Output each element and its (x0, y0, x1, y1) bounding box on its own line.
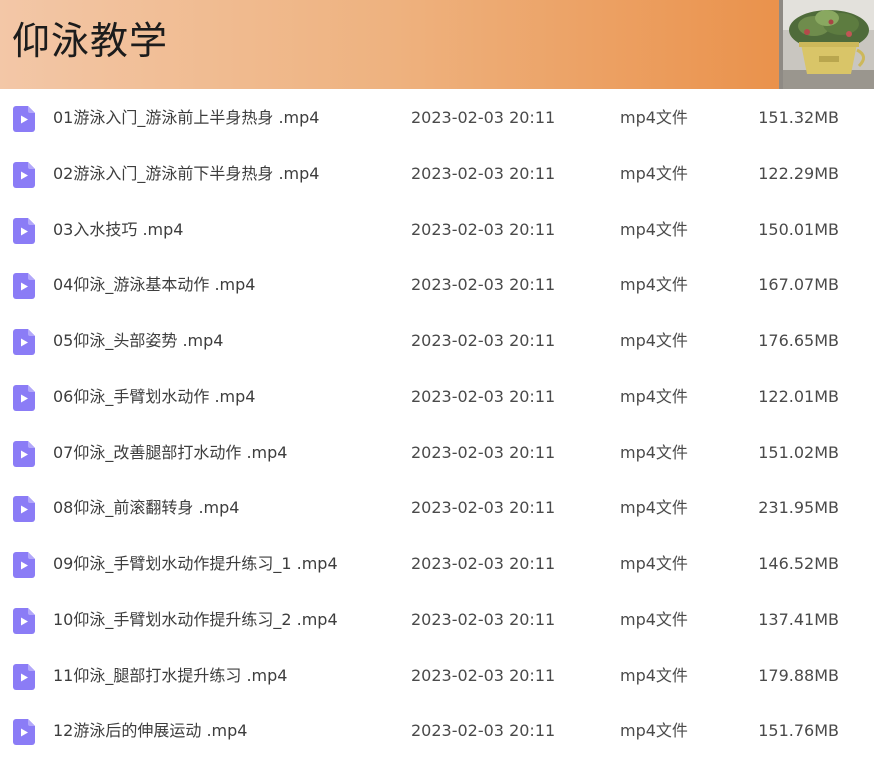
file-modified-date: 2023-02-03 20:11 (411, 554, 556, 573)
file-name[interactable]: 06仰泳_手臂划水动作 .mp4 (53, 368, 255, 424)
file-name[interactable]: 12游泳后的伸展运动 .mp4 (53, 702, 247, 758)
plant-thumbnail-image (779, 0, 874, 89)
file-type: mp4文件 (620, 554, 688, 573)
file-type: mp4文件 (620, 498, 688, 518)
file-name[interactable]: 03入水技巧 .mp4 (53, 201, 183, 257)
file-size: 151.02MB (758, 442, 839, 462)
video-file-icon (13, 329, 35, 355)
file-row[interactable]: 09仰泳_手臂划水动作提升练习_1 .mp4 2023-02-03 20:11 mp… (0, 535, 874, 591)
video-file-icon (13, 607, 35, 634)
file-modified-date: 2023-02-03 20:11 (411, 163, 556, 183)
file-row[interactable]: 03入水技巧 .mp4 2023-02-03 20:11 mp4文件 150.01MB (0, 201, 874, 257)
file-row[interactable]: 10仰泳_手臂划水动作提升练习_2 .mp4 2023-02-03 20:11 mp… (0, 591, 874, 647)
video-file-icon (13, 273, 35, 300)
video-file-icon (13, 161, 35, 188)
file-name[interactable]: 10仰泳_手臂划水动作提升练习_2 .mp4 (53, 591, 338, 647)
file-modified-date: 2023-02-03 20:11 (411, 275, 556, 295)
file-name[interactable]: 07仰泳_改善腿部打水动作 .mp4 (53, 424, 287, 480)
file-size: 167.07MB (758, 275, 839, 295)
video-file-icon (13, 663, 35, 690)
file-size: 122.29MB (758, 163, 839, 183)
file-modified-date: 2023-02-03 20:11 (411, 386, 556, 406)
file-modified-date: 2023-02-03 20:11 (411, 609, 556, 629)
video-file-icon (13, 384, 35, 411)
file-modified-date: 2023-02-03 20:11 (411, 721, 556, 741)
file-name[interactable]: 02游泳入门_游泳前下半身热身 .mp4 (53, 145, 319, 201)
file-size: 137.41MB (758, 609, 839, 629)
file-type: mp4文件 (620, 163, 688, 183)
file-type: mp4文件 (620, 386, 688, 406)
file-type: mp4文件 (620, 275, 688, 295)
file-type: mp4文件 (620, 108, 688, 127)
file-size: 231.95MB (758, 498, 839, 518)
file-row[interactable]: 06仰泳_手臂划水动作 .mp4 2023-02-03 20:11 mp4文件 122… (0, 368, 874, 424)
file-row[interactable]: 12游泳后的伸展运动 .mp4 2023-02-03 20:11 mp4文件 151.… (0, 702, 874, 758)
file-name[interactable]: 08仰泳_前滚翻转身 .mp4 (53, 479, 239, 535)
file-modified-date: 2023-02-03 20:11 (411, 219, 556, 239)
file-size: 151.76MB (758, 721, 839, 741)
file-size: 146.52MB (758, 554, 839, 573)
file-name[interactable]: 11仰泳_腿部打水提升练习 .mp4 (53, 647, 287, 703)
file-size: 150.01MB (758, 219, 839, 239)
file-size: 151.32MB (758, 108, 839, 127)
video-file-icon (13, 552, 35, 578)
page-title: 仰泳教学 (12, 19, 169, 63)
file-modified-date: 2023-02-03 20:11 (411, 665, 556, 685)
file-name[interactable]: 05仰泳_头部姿势 .mp4 (53, 312, 223, 368)
file-row[interactable]: 04仰泳_游泳基本动作 .mp4 2023-02-03 20:11 mp4文件 167… (0, 256, 874, 312)
file-row[interactable]: 02游泳入门_游泳前下半身热身 .mp4 2023-02-03 20:11 mp4文… (0, 145, 874, 201)
file-row[interactable]: 01游泳入门_游泳前上半身热身 .mp4 2023-02-03 20:11 mp4文… (0, 89, 874, 145)
file-name[interactable]: 04仰泳_游泳基本动作 .mp4 (53, 256, 255, 312)
file-modified-date: 2023-02-03 20:11 (411, 498, 556, 518)
potted-plant-photo (779, 0, 874, 89)
file-modified-date: 2023-02-03 20:11 (411, 108, 556, 127)
file-list: 01游泳入门_游泳前上半身热身 .mp4 2023-02-03 20:11 mp4文… (0, 89, 874, 758)
video-file-icon (13, 496, 35, 523)
file-name[interactable]: 09仰泳_手臂划水动作提升练习_1 .mp4 (53, 535, 338, 591)
file-type: mp4文件 (620, 331, 688, 350)
file-size: 179.88MB (758, 665, 839, 685)
video-file-icon (13, 217, 35, 244)
file-name[interactable]: 01游泳入门_游泳前上半身热身 .mp4 (53, 89, 319, 145)
file-type: mp4文件 (620, 609, 688, 629)
file-type: mp4文件 (620, 442, 688, 462)
file-row[interactable]: 07仰泳_改善腿部打水动作 .mp4 2023-02-03 20:11 mp4文件 1… (0, 424, 874, 480)
file-modified-date: 2023-02-03 20:11 (411, 331, 556, 350)
header-banner: 仰泳教学 (0, 0, 874, 89)
file-modified-date: 2023-02-03 20:11 (411, 442, 556, 462)
file-size: 122.01MB (758, 386, 839, 406)
video-file-icon (13, 719, 35, 746)
file-type: mp4文件 (620, 665, 688, 685)
file-size: 176.65MB (758, 331, 839, 350)
file-row[interactable]: 05仰泳_头部姿势 .mp4 2023-02-03 20:11 mp4文件 176.6… (0, 312, 874, 368)
file-row[interactable]: 08仰泳_前滚翻转身 .mp4 2023-02-03 20:11 mp4文件 231.… (0, 479, 874, 535)
file-type: mp4文件 (620, 721, 688, 741)
file-type: mp4文件 (620, 219, 688, 239)
file-row[interactable]: 11仰泳_腿部打水提升练习 .mp4 2023-02-03 20:11 mp4文件 1… (0, 647, 874, 703)
video-file-icon (13, 106, 35, 132)
video-file-icon (13, 440, 35, 467)
